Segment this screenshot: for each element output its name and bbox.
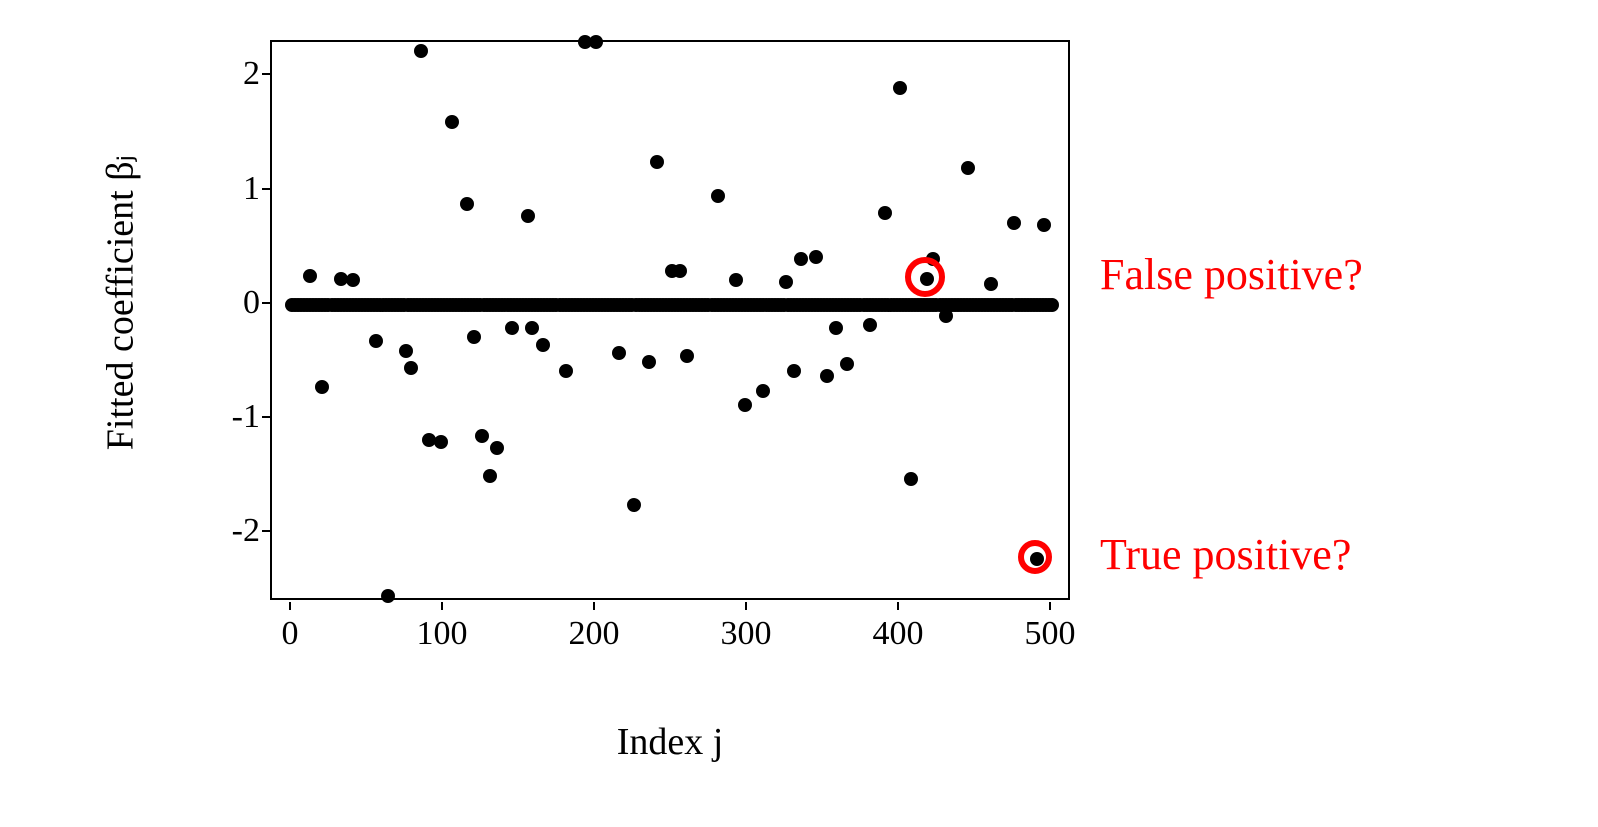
data-point (404, 361, 418, 375)
x-tick-label: 500 (1025, 615, 1076, 653)
y-tick-mark (262, 302, 270, 304)
data-point (650, 155, 664, 169)
data-point (475, 429, 489, 443)
annotation-circle (1018, 540, 1052, 574)
y-tick-label: 1 (230, 170, 260, 208)
x-axis-label: Index j (617, 720, 724, 764)
data-point (984, 277, 998, 291)
y-tick-mark (262, 416, 270, 418)
data-point (445, 115, 459, 129)
data-point (483, 469, 497, 483)
data-point (346, 273, 360, 287)
chart-container: Fitted coefficient βⱼ Index j -2-1012010… (150, 20, 1450, 720)
data-point (1007, 216, 1021, 230)
data-point (303, 269, 317, 283)
x-tick-mark (745, 602, 747, 610)
data-point (961, 161, 975, 175)
data-point (738, 398, 752, 412)
data-point (711, 189, 725, 203)
x-tick-label: 400 (873, 615, 924, 653)
y-tick-label: -1 (230, 398, 260, 436)
data-point (820, 369, 834, 383)
data-point (315, 380, 329, 394)
y-tick-mark (262, 188, 270, 190)
data-point (490, 441, 504, 455)
data-point (414, 44, 428, 58)
x-tick-mark (897, 602, 899, 610)
data-point (878, 206, 892, 220)
data-point (627, 498, 641, 512)
annotation-label: False positive? (1100, 249, 1363, 300)
data-point (467, 330, 481, 344)
data-point (381, 589, 395, 603)
data-point (680, 349, 694, 363)
data-point (673, 264, 687, 278)
data-point (729, 273, 743, 287)
data-point (829, 321, 843, 335)
data-point (939, 309, 953, 323)
y-tick-mark (262, 530, 270, 532)
data-point (369, 334, 383, 348)
data-point (787, 364, 801, 378)
data-point (521, 209, 535, 223)
data-point (756, 384, 770, 398)
data-point (525, 321, 539, 335)
data-point (1037, 218, 1051, 232)
data-point (840, 357, 854, 371)
data-point (863, 318, 877, 332)
data-point (642, 355, 656, 369)
data-point (779, 275, 793, 289)
x-tick-mark (441, 602, 443, 610)
x-tick-label: 300 (721, 615, 772, 653)
x-tick-label: 200 (569, 615, 620, 653)
data-point (1045, 298, 1059, 312)
x-tick-mark (593, 602, 595, 610)
x-tick-label: 100 (417, 615, 468, 653)
x-tick-mark (289, 602, 291, 610)
data-point (893, 81, 907, 95)
data-point (589, 35, 603, 49)
y-tick-label: 0 (230, 284, 260, 322)
data-point (434, 435, 448, 449)
data-point (904, 472, 918, 486)
x-tick-label: 0 (282, 615, 299, 653)
y-tick-label: 2 (230, 55, 260, 93)
data-point (536, 338, 550, 352)
data-point (612, 346, 626, 360)
y-tick-mark (262, 73, 270, 75)
annotation-circle (905, 257, 945, 297)
y-tick-label: -2 (230, 512, 260, 550)
data-point (559, 364, 573, 378)
data-point (505, 321, 519, 335)
x-tick-mark (1049, 602, 1051, 610)
data-point (460, 197, 474, 211)
y-axis-label: Fitted coefficient βⱼ (98, 155, 143, 450)
annotation-label: True positive? (1100, 529, 1351, 580)
plot-area (270, 40, 1070, 600)
data-point (399, 344, 413, 358)
data-point (809, 250, 823, 264)
data-point (794, 252, 808, 266)
